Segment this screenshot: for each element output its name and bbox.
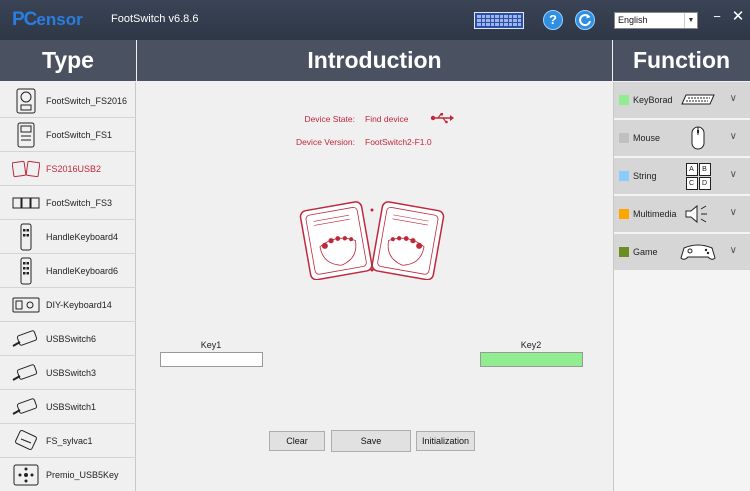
type-item-label: HandleKeyboard4 — [46, 231, 119, 242]
keyboard-logo-icon[interactable] — [474, 12, 524, 29]
diy-keyboard14-icon — [12, 291, 40, 319]
gamepad-icon — [678, 237, 718, 267]
function-item-string[interactable]: String A B C D ∨ — [614, 158, 750, 195]
type-header: Type — [0, 40, 136, 81]
device-version-value: FootSwitch2-F1.0 — [365, 137, 432, 147]
chevron-down-icon: ∨ — [729, 169, 737, 180]
premio-usb5key-icon — [12, 461, 40, 489]
type-list: FootSwitch_FS2016 FootSwitch_FS1 FS2016U… — [0, 82, 136, 491]
function-item-keyboard[interactable]: KeyBorad ∨ — [614, 82, 750, 119]
function-item-game[interactable]: Game ∨ — [614, 234, 750, 271]
usb-switch-icon — [12, 359, 40, 387]
type-item-label: USBSwitch3 — [46, 367, 97, 378]
usb-icon — [430, 113, 454, 124]
type-item-usbswitch3[interactable]: USBSwitch3 — [0, 356, 136, 390]
type-item-usbswitch6[interactable]: USBSwitch6 — [0, 322, 136, 356]
type-item-label: USBSwitch6 — [46, 333, 97, 344]
minimize-button[interactable]: − — [711, 8, 723, 28]
type-item-fs-sylvac1[interactable]: FS_sylvac1 — [0, 424, 136, 458]
key1-label: Key1 — [200, 340, 222, 350]
refresh-button[interactable] — [575, 10, 595, 30]
footswitch-fs1-icon — [12, 121, 40, 149]
game-color-swatch — [619, 247, 629, 257]
type-item-label: USBSwitch1 — [46, 401, 97, 412]
type-item-handle-keyboard6[interactable]: HandleKeyboard6 — [0, 254, 136, 288]
device-state-label: Device State: — [304, 114, 355, 124]
chevron-down-icon: ∨ — [729, 245, 737, 256]
function-item-label: Game — [633, 247, 658, 257]
app-title: FootSwitch v6.8.6 — [111, 13, 199, 25]
function-item-label: String — [633, 171, 657, 181]
function-item-label: KeyBorad — [633, 95, 673, 105]
mouse-icon — [678, 123, 718, 153]
keyboard-color-swatch — [619, 95, 629, 105]
chevron-down-icon: ∨ — [729, 93, 737, 104]
pcsensor-logo: PC ensor — [12, 9, 83, 30]
footswitch-fs3-icon — [12, 189, 40, 217]
function-list: KeyBorad ∨ Mouse ∨ String A B C D ∨ Mult… — [613, 82, 750, 491]
title-bar: PC ensor FootSwitch v6.8.6 ? English ▼ − … — [0, 0, 750, 40]
handle-keyboard4-icon — [12, 223, 40, 251]
clear-button[interactable]: Clear — [269, 431, 325, 451]
function-item-mouse[interactable]: Mouse ∨ — [614, 120, 750, 157]
close-button[interactable]: ✕ — [731, 8, 745, 28]
chevron-down-icon: ∨ — [729, 207, 737, 218]
footswitch-fs2016-icon — [12, 87, 40, 115]
fs-sylvac-icon — [12, 427, 40, 455]
type-item-footswitch-fs3[interactable]: FootSwitch_FS3 — [0, 186, 136, 220]
fs2016usb2-device-image — [299, 201, 445, 280]
type-item-label: FootSwitch_FS3 — [46, 197, 113, 208]
type-item-label: HandleKeyboard6 — [46, 265, 119, 276]
device-state-value: Find device — [365, 114, 409, 124]
type-item-label: Premio_USB5Key — [46, 469, 119, 480]
usb-switch-icon — [12, 325, 40, 353]
type-item-footswitch-fs1[interactable]: FootSwitch_FS1 — [0, 118, 136, 152]
type-item-label: FootSwitch_FS1 — [46, 129, 113, 140]
type-item-label: FS2016USB2 — [46, 163, 102, 174]
refresh-icon — [579, 14, 591, 27]
type-item-footswitch-fs2016[interactable]: FootSwitch_FS2016 — [0, 84, 136, 118]
mouse-color-swatch — [619, 133, 629, 143]
type-item-diy-keyboard14[interactable]: DIY-Keyboard14 — [0, 288, 136, 322]
type-item-label: DIY-Keyboard14 — [46, 299, 112, 310]
initialization-button[interactable]: Initialization — [416, 431, 475, 451]
function-item-label: Multimedia — [633, 209, 677, 219]
save-button[interactable]: Save — [331, 430, 411, 452]
key2-field[interactable] — [480, 352, 583, 367]
function-item-label: Mouse — [633, 133, 661, 143]
usb-switch-icon — [12, 393, 40, 421]
introduction-header: Introduction — [137, 40, 612, 81]
speaker-icon — [678, 199, 718, 229]
key2-label: Key2 — [520, 340, 542, 350]
string-abcd-icon: A B C D — [678, 161, 718, 191]
string-color-swatch — [619, 171, 629, 181]
function-header: Function — [613, 40, 750, 81]
chevron-down-icon: ∨ — [729, 131, 737, 142]
handle-keyboard6-icon — [12, 257, 40, 285]
type-item-label: FS_sylvac1 — [46, 435, 93, 446]
introduction-panel: Device State: Find device Device Version… — [137, 82, 613, 491]
chevron-down-icon: ▼ — [684, 13, 697, 28]
help-button[interactable]: ? — [543, 10, 563, 30]
key1-field[interactable] — [160, 352, 263, 367]
language-select[interactable]: English ▼ — [614, 12, 698, 29]
type-item-fs2016usb2[interactable]: FS2016USB2 — [0, 152, 136, 186]
type-item-premio-usb5key[interactable]: Premio_USB5Key — [0, 458, 136, 491]
device-version-label: Device Version: — [295, 137, 355, 147]
multimedia-color-swatch — [619, 209, 629, 219]
function-item-multimedia[interactable]: Multimedia ∨ — [614, 196, 750, 233]
type-item-usbswitch1[interactable]: USBSwitch1 — [0, 390, 136, 424]
keyboard-icon — [678, 85, 718, 115]
fs2016usb2-icon — [12, 155, 40, 183]
type-item-handle-keyboard4[interactable]: HandleKeyboard4 — [0, 220, 136, 254]
type-item-label: FootSwitch_FS2016 — [46, 95, 128, 106]
